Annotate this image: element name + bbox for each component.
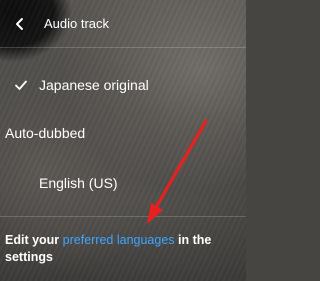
track-option-label: English (US) xyxy=(39,175,118,191)
menu-header: Audio track xyxy=(0,0,246,46)
settings-footer-text: Edit your preferred languages in the set… xyxy=(5,232,241,266)
track-option-japanese-original[interactable]: Japanese original xyxy=(0,68,246,102)
footer-divider xyxy=(0,216,246,217)
back-button[interactable] xyxy=(8,12,32,36)
preferred-languages-link[interactable]: preferred languages xyxy=(63,233,175,247)
menu-title: Audio track xyxy=(44,16,110,31)
track-option-label: Japanese original xyxy=(39,77,149,93)
checkmark-icon xyxy=(15,80,27,90)
footer-text-before: Edit your xyxy=(5,233,63,247)
track-option-english-us[interactable]: English (US) xyxy=(0,166,246,200)
chevron-left-icon xyxy=(16,18,23,30)
auto-dubbed-section-label: Auto-dubbed xyxy=(5,125,86,141)
header-divider xyxy=(0,47,246,48)
